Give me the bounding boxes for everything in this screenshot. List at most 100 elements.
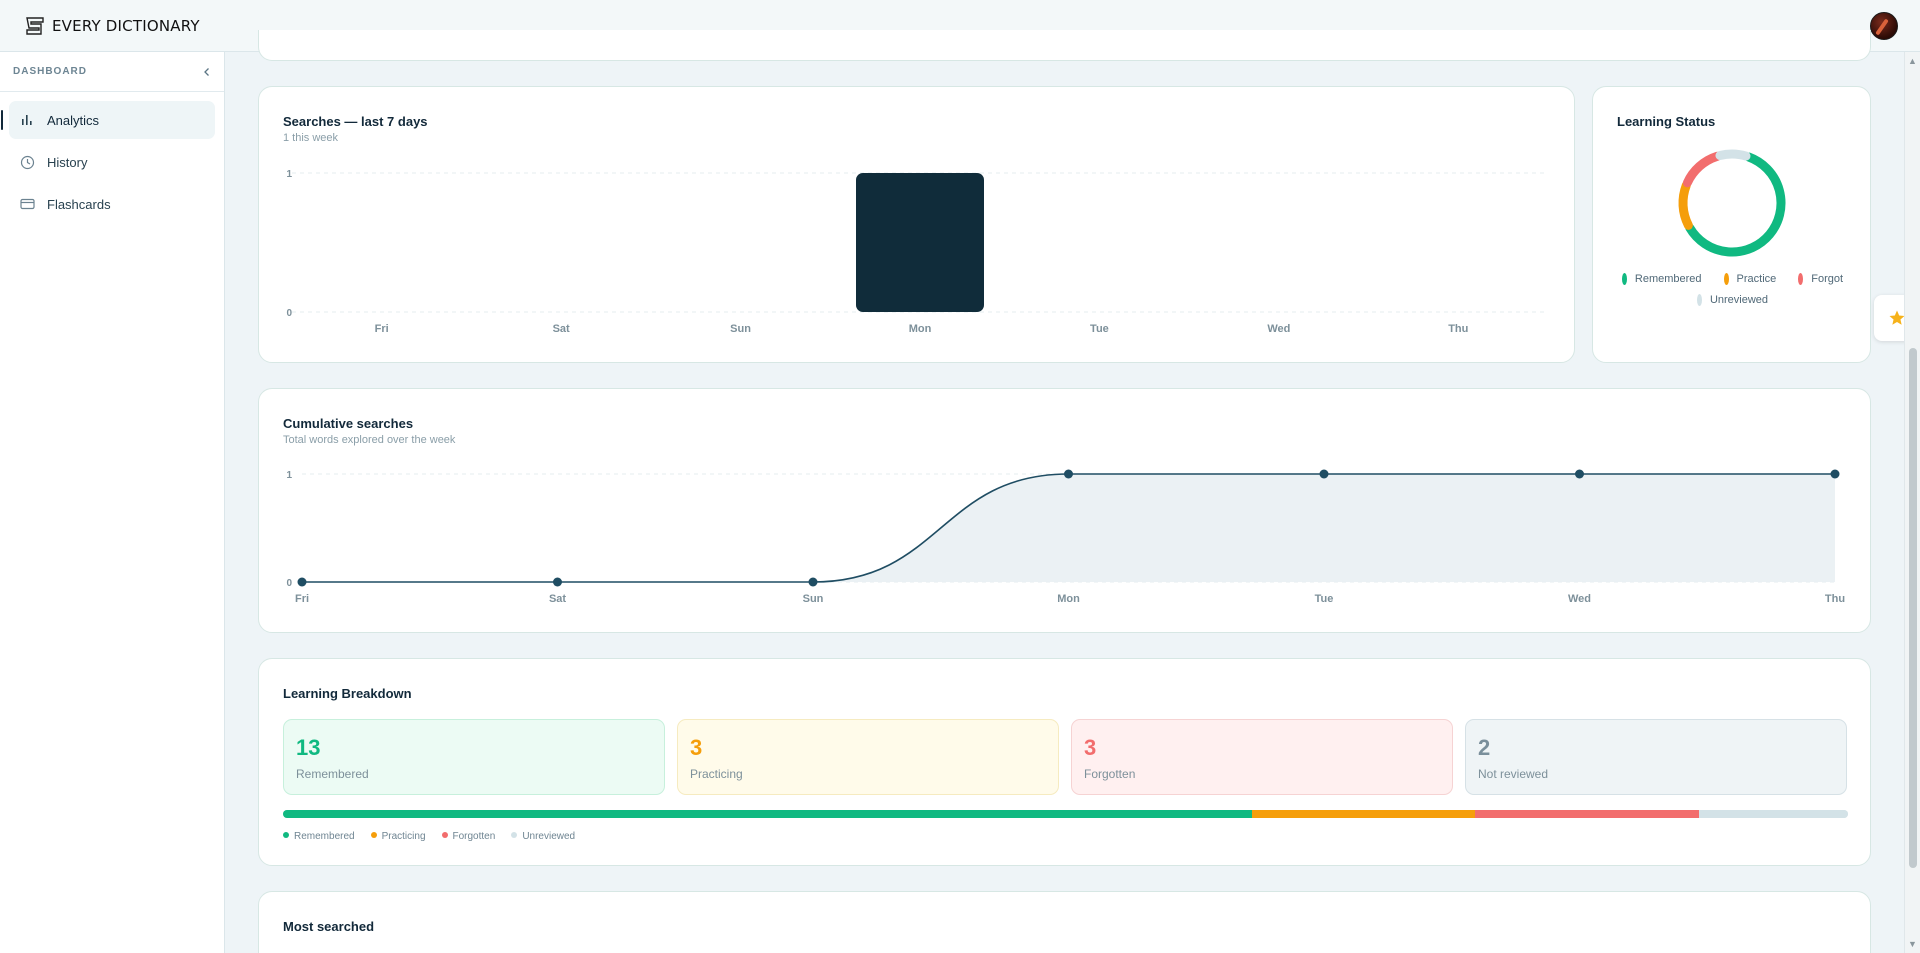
legend-swatch <box>283 832 289 838</box>
sidebar-item-flashcards[interactable]: Flashcards <box>9 185 215 223</box>
card-icon <box>19 196 35 212</box>
legend-swatch <box>1723 273 1729 285</box>
previous-card <box>258 30 1871 61</box>
sidebar-nav: Analytics History Flashcards <box>0 92 224 223</box>
legend-item-practice: Practice <box>1723 273 1777 285</box>
brand[interactable]: EVERY DICTIONARY <box>24 15 200 37</box>
searches-bar-chart: 0 1 Fri Sat Sun Mon Tue Wed Thu <box>286 169 1548 335</box>
stat-not-reviewed: 2 Not reviewed <box>1465 719 1847 795</box>
stat-value: 13 <box>296 735 321 760</box>
legend-label: Remembered <box>294 831 355 842</box>
scroll-thumb[interactable] <box>1909 348 1917 868</box>
legend-swatch <box>370 832 377 838</box>
legend-item-forgotten: Forgotten <box>441 831 495 842</box>
legend-item-forgot: Forgot <box>1798 273 1843 285</box>
breakdown-progress-bar <box>283 810 1848 818</box>
legend-item-practicing: Practicing <box>370 831 426 842</box>
card-title: Learning Status <box>1617 114 1716 129</box>
most-searched-card: Most searched <box>258 891 1871 953</box>
legend-swatch <box>1621 273 1627 285</box>
legend-swatch <box>1798 273 1804 285</box>
sidebar-header: DASHBOARD <box>0 52 224 92</box>
stat-value: 2 <box>1478 735 1491 760</box>
x-tick-label: Wed <box>1267 323 1290 335</box>
data-point <box>808 577 818 587</box>
x-tick-label: Thu <box>1448 323 1468 335</box>
stat-label: Forgotten <box>1084 767 1136 781</box>
x-tick-label: Tue <box>1090 323 1109 335</box>
sidebar-item-label: Analytics <box>47 112 100 128</box>
status-legend: Remembered Practice Forgot Unreviewed <box>1613 273 1852 306</box>
x-tick-label: Thu <box>1825 593 1845 605</box>
donut-slice <box>1682 151 1722 188</box>
stat-label: Not reviewed <box>1478 767 1549 781</box>
bar <box>856 173 984 312</box>
logo-icon <box>26 16 44 35</box>
data-point <box>1064 469 1073 479</box>
legend-swatch <box>1696 294 1702 306</box>
area-fill <box>302 474 1835 582</box>
sidebar-item-label: Flashcards <box>47 196 111 212</box>
brand-name: EVERY DICTIONARY <box>52 16 200 35</box>
legend-item-remembered: Remembered <box>1621 273 1702 285</box>
legend-label: Practice <box>1736 273 1777 285</box>
stat-remembered: 13 Remembered <box>283 719 665 795</box>
data-point <box>1575 469 1584 479</box>
sidebar-item-analytics[interactable]: Analytics <box>1 101 215 139</box>
clock-icon <box>19 154 35 170</box>
legend-item-unreviewed: Unreviewed <box>1696 294 1769 306</box>
y-tick-label: 1 <box>286 470 292 481</box>
data-point <box>553 577 562 587</box>
progress-segment <box>283 810 1252 818</box>
legend-item-remembered: Remembered <box>283 831 355 842</box>
learning-status-card: Learning Status Remembered Practice Forg… <box>1592 86 1871 363</box>
avatar[interactable] <box>1870 12 1898 40</box>
sidebar-item-label: History <box>47 154 88 170</box>
legend-swatch <box>441 832 448 838</box>
stat-value: 3 <box>1084 735 1097 760</box>
stat-practicing: 3 Practicing <box>677 719 1059 795</box>
data-point <box>1319 469 1329 479</box>
legend-label: Unreviewed <box>522 831 576 842</box>
breakdown-legend: Remembered Practicing Forgotten Unreview… <box>283 831 575 842</box>
legend-label: Practicing <box>381 831 426 842</box>
donut-slice <box>1715 149 1751 161</box>
sidebar-item-history[interactable]: History <box>9 143 215 181</box>
x-tick-label: Mon <box>909 323 932 335</box>
x-tick-label: Tue <box>1315 593 1334 605</box>
stat-label: Remembered <box>296 767 369 781</box>
searches-card: Searches — last 7 days 1 this week 0 1 Fri… <box>258 86 1575 363</box>
x-tick-label: Sun <box>803 593 824 605</box>
learning-status-donut <box>1678 149 1786 257</box>
legend-item-unreviewed: Unreviewed <box>511 831 575 842</box>
page-scrollbar[interactable]: ▲ ▼ <box>1904 52 1920 953</box>
x-tick-label: Sat <box>549 593 566 605</box>
x-tick-label: Fri <box>295 593 309 605</box>
data-point <box>1830 469 1840 479</box>
sidebar: DASHBOARD Analytics History Flashcards <box>0 52 225 953</box>
donut-slice <box>1678 181 1693 230</box>
collapse-sidebar-button[interactable] <box>202 64 212 80</box>
progress-segment <box>1251 810 1476 818</box>
scroll-up-icon[interactable]: ▲ <box>1908 56 1917 66</box>
progress-segment <box>1475 810 1699 818</box>
y-tick-label: 0 <box>286 578 292 589</box>
sidebar-title: DASHBOARD <box>13 66 87 77</box>
stat-label: Practicing <box>690 767 743 781</box>
legend-label: Unreviewed <box>1709 294 1769 306</box>
legend-label: Remembered <box>1634 273 1702 285</box>
scroll-down-icon[interactable]: ▼ <box>1908 939 1917 949</box>
legend-swatch <box>511 832 518 838</box>
card-title: Learning Breakdown <box>283 686 412 701</box>
x-tick-label: Sun <box>730 323 751 335</box>
x-tick-label: Sat <box>553 323 570 335</box>
x-tick-label: Fri <box>375 323 389 335</box>
card-title: Most searched <box>283 919 375 934</box>
bar-chart-icon <box>19 112 35 128</box>
x-tick-label: Wed <box>1568 593 1591 605</box>
stat-forgotten: 3 Forgotten <box>1071 719 1453 795</box>
cumulative-card: Cumulative searches Total words explored… <box>258 388 1871 633</box>
data-point <box>297 577 307 587</box>
x-tick-label: Mon <box>1057 593 1080 605</box>
y-tick-label: 0 <box>286 308 292 319</box>
